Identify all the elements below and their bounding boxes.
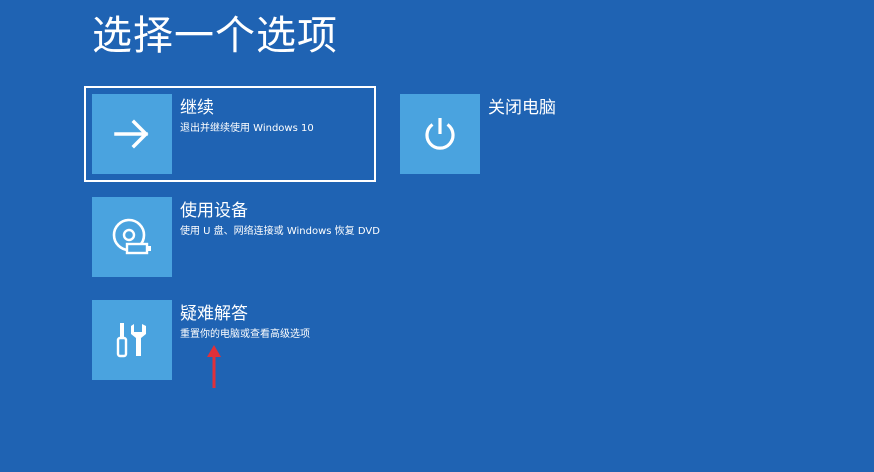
power-icon (425, 118, 455, 150)
shutdown-tile (400, 94, 480, 174)
continue-label: 继续 (180, 98, 214, 118)
use-device-description: 使用 U 盘、网络连接或 Windows 恢复 DVD (180, 226, 380, 237)
disc-usb-icon (112, 218, 151, 255)
troubleshoot-label: 疑难解答 (180, 304, 248, 324)
troubleshoot-tile (92, 300, 172, 380)
page-title: 选择一个选项 (92, 13, 338, 59)
shutdown-option[interactable]: 关闭电脑 (400, 94, 600, 174)
screwdriver-wrench-icon (116, 323, 146, 358)
recovery-screen: 选择一个选项 继续 退出并继续使用 Windows 10 关闭电脑 使用设备 使… (0, 0, 874, 472)
continue-description: 退出并继续使用 Windows 10 (180, 123, 314, 134)
troubleshoot-description: 重置你的电脑或查看高级选项 (180, 329, 310, 340)
shutdown-label: 关闭电脑 (488, 98, 556, 118)
continue-tile (92, 94, 172, 174)
annotation-arrow-icon (207, 345, 221, 388)
use-device-label: 使用设备 (180, 201, 248, 221)
arrow-right-icon (114, 119, 149, 149)
use-device-option[interactable]: 使用设备 使用 U 盘、网络连接或 Windows 恢复 DVD (92, 197, 380, 277)
troubleshoot-option[interactable]: 疑难解答 重置你的电脑或查看高级选项 (92, 300, 372, 380)
continue-option[interactable]: 继续 退出并继续使用 Windows 10 (92, 94, 372, 174)
use-device-tile (92, 197, 172, 277)
